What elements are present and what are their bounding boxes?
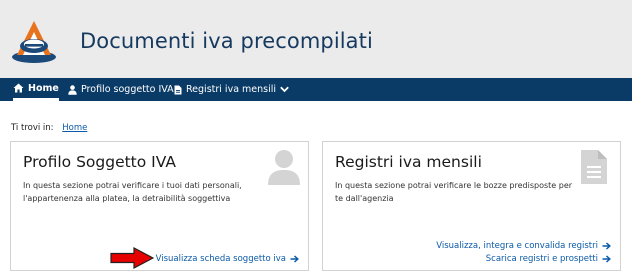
visualizza-integra-convalida-link[interactable]: Visualizza, integra e convalida registri — [436, 241, 611, 251]
red-annotation-arrow-icon — [110, 247, 154, 269]
card-registri-iva-mensili: Registri iva mensili In questa sezione p… — [322, 141, 621, 271]
visualizza-scheda-link[interactable]: Visualizza scheda soggetto iva — [156, 254, 299, 264]
breadcrumb-prefix: Ti trovi in: — [11, 123, 54, 133]
nav-item-label: Registri iva mensili — [186, 84, 277, 95]
link-label: Visualizza scheda soggetto iva — [155, 254, 286, 264]
card-title: Profilo Soggetto IVA — [23, 153, 176, 171]
card-description: In questa sezione potrai verificare i tu… — [23, 181, 242, 203]
nav-item-label: Home — [28, 82, 59, 94]
nav-item-registri-iva-mensili[interactable]: Registri iva mensili — [174, 78, 289, 101]
arrow-right-icon — [602, 242, 611, 250]
nav-item-label: Profilo soggetto IVA — [81, 84, 174, 95]
document-icon — [581, 150, 607, 184]
arrow-right-icon — [290, 255, 299, 263]
user-icon — [68, 84, 77, 95]
app-title: Documenti iva precompilati — [80, 29, 373, 53]
arrow-right-icon — [602, 255, 611, 263]
document-icon — [174, 85, 182, 95]
link-label: Scarica registri e prospetti — [485, 254, 598, 264]
link-label: Visualizza, integra e convalida registri — [436, 241, 598, 251]
chevron-down-icon — [280, 86, 289, 93]
card-description: In questa sezione potrai verificare le b… — [335, 181, 573, 203]
agenzia-logo-icon — [12, 21, 56, 63]
app-header: Documenti iva precompilati — [0, 0, 632, 78]
breadcrumb: Ti trovi in: Home — [11, 123, 87, 133]
nav-item-home[interactable]: Home — [13, 78, 59, 101]
card-title: Registri iva mensili — [335, 153, 482, 171]
scarica-registri-link[interactable]: Scarica registri e prospetti — [486, 254, 611, 264]
breadcrumb-link-home[interactable]: Home — [62, 123, 87, 133]
home-icon — [13, 83, 24, 93]
nav-item-profilo-soggetto-iva[interactable]: Profilo soggetto IVA — [68, 78, 174, 101]
user-silhouette-icon — [268, 150, 300, 185]
card-profilo-soggetto-iva: Profilo Soggetto IVA In questa sezione p… — [10, 141, 309, 271]
main-navbar: Home Profilo soggetto IVA Registri iva m… — [0, 78, 632, 101]
